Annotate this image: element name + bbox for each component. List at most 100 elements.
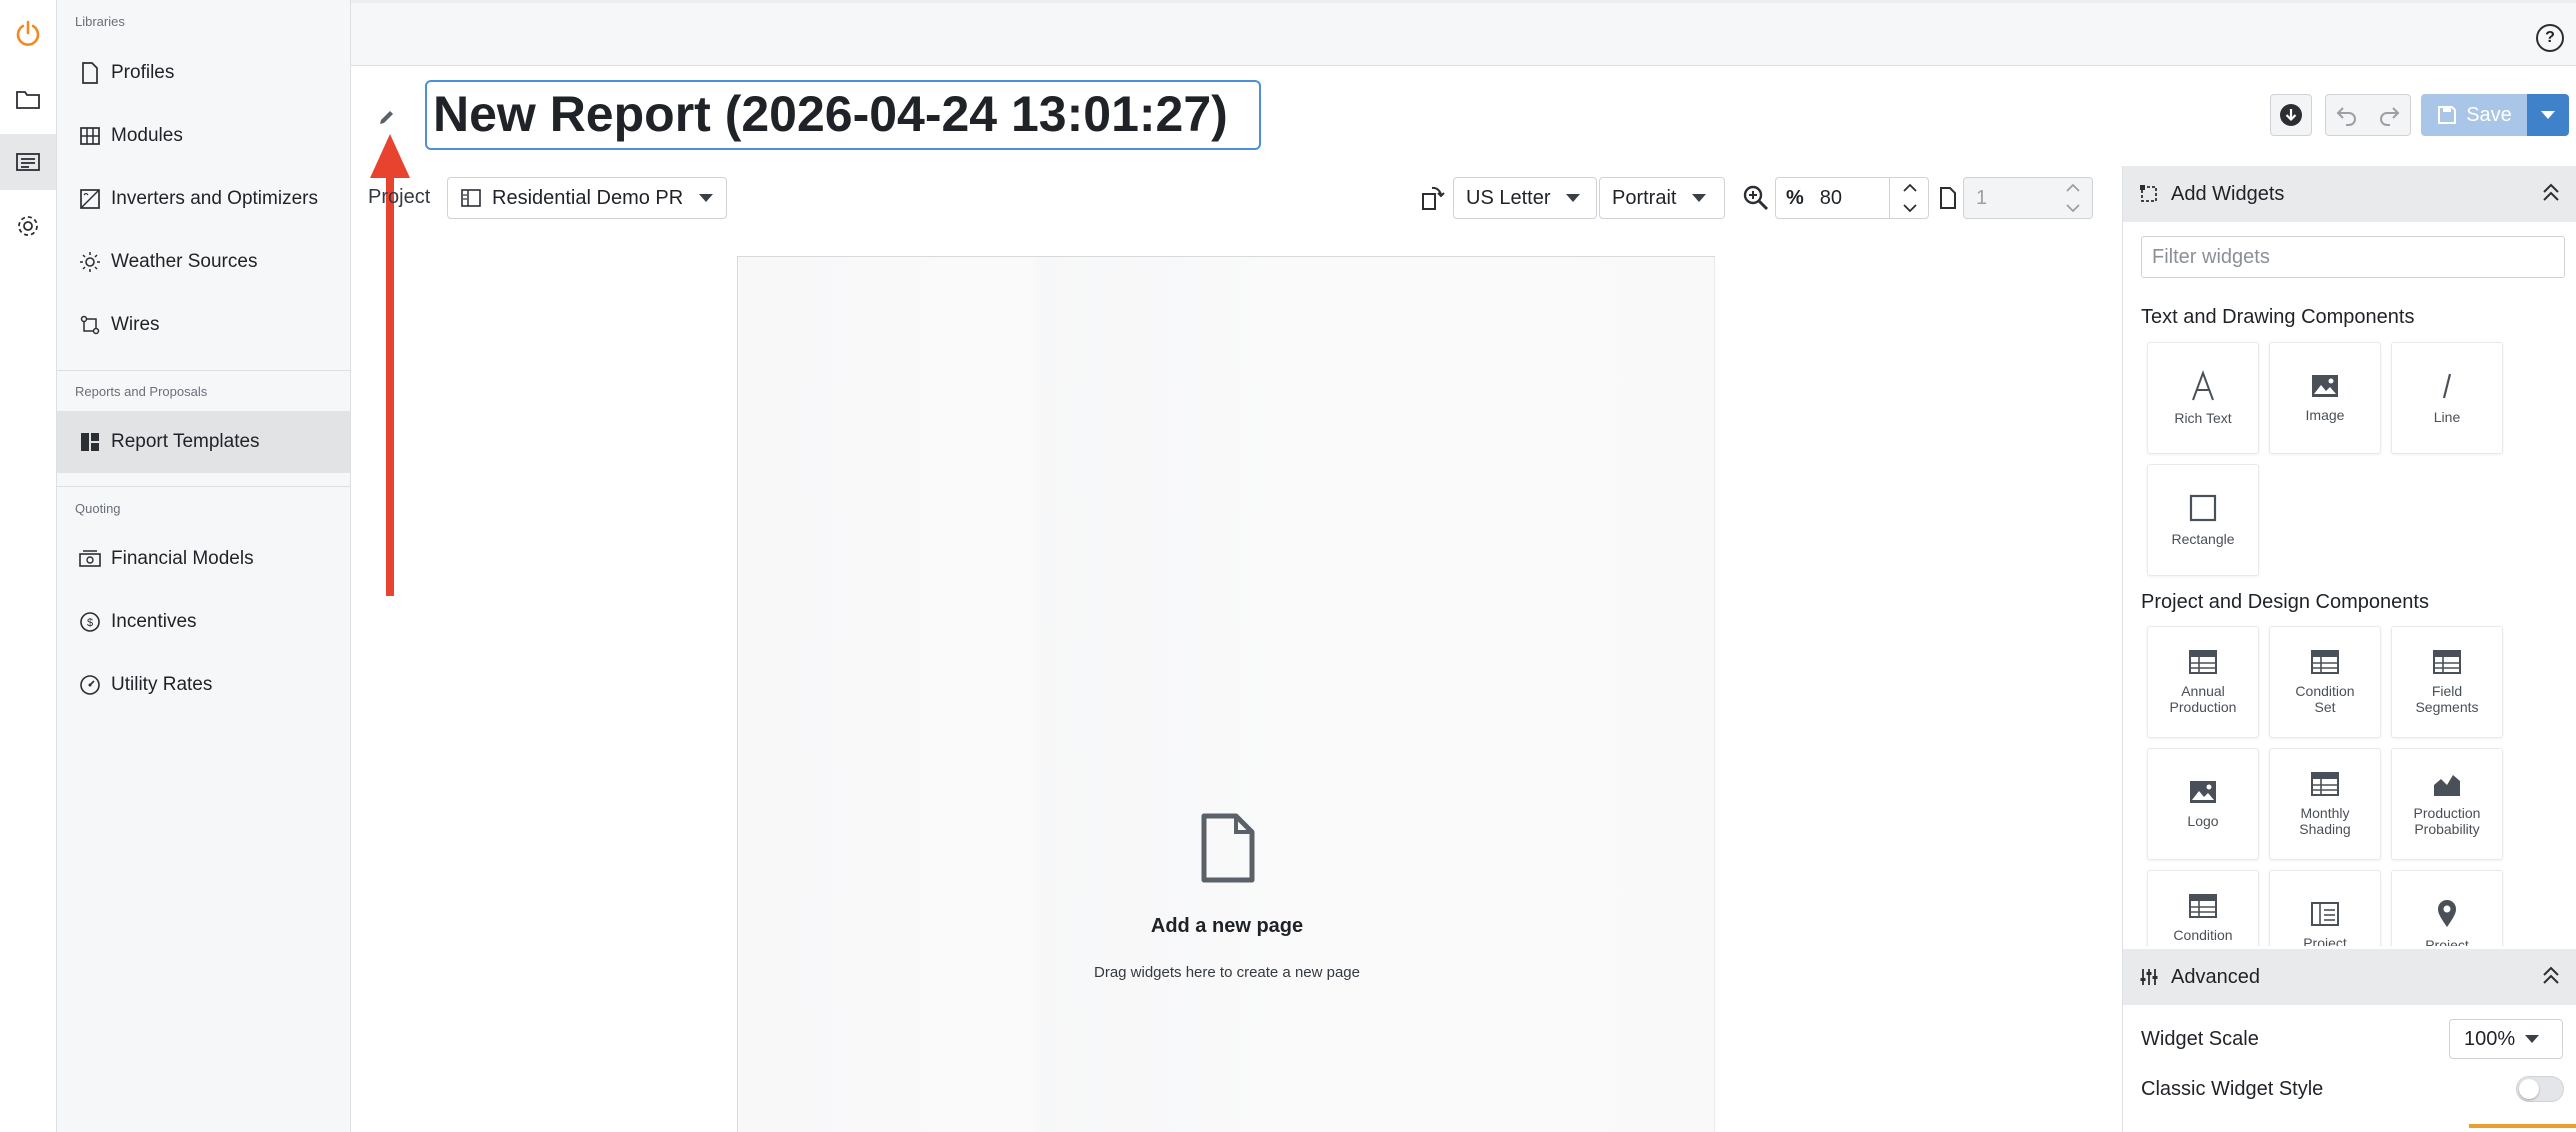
save-label: Save: [2466, 103, 2512, 126]
redo-icon[interactable]: [2376, 104, 2402, 126]
library-list-icon: [16, 153, 40, 171]
table-icon: [2189, 894, 2217, 918]
undo-icon[interactable]: [2334, 104, 2360, 126]
widget-tile-label: Condition Set: [2173, 927, 2233, 946]
chevron-up-icon[interactable]: [2065, 183, 2081, 193]
project-design-tiles: Annual Production Condition Set Field Se…: [2123, 616, 2576, 946]
chevron-down-icon[interactable]: [1902, 203, 1918, 213]
add-page-title: Add a new page: [1150, 915, 1304, 937]
widget-tile-rich-text[interactable]: Rich Text: [2147, 342, 2259, 454]
save-options-dropdown[interactable]: [2527, 94, 2569, 136]
help-icon: ?: [2545, 29, 2555, 46]
widget-tile-line[interactable]: Line: [2391, 342, 2503, 454]
widget-tile-label: Logo: [2187, 813, 2219, 829]
paper-size-select[interactable]: US Letter: [1453, 177, 1597, 219]
download-button[interactable]: [2270, 94, 2312, 136]
widget-tile-field-segments[interactable]: Field Segments: [2391, 626, 2503, 738]
wire-icon: [77, 312, 103, 338]
zoom-stepper[interactable]: [1889, 178, 1929, 218]
libraries-section-label: Libraries: [75, 14, 125, 29]
widget-tile-rectangle[interactable]: Rectangle: [2147, 464, 2259, 576]
widget-tile-production-probability[interactable]: Production Probability: [2391, 748, 2503, 860]
pencil-icon: [380, 111, 393, 124]
projects-nav-button[interactable]: [0, 72, 56, 128]
report-canvas-dropzone[interactable]: Add a new page Drag widgets here to crea…: [737, 256, 1716, 1132]
page-background: [738, 257, 1716, 1132]
image-icon: [2312, 375, 2338, 397]
sidebar-item-profiles[interactable]: Profiles: [57, 42, 350, 104]
sidebar-item-report-templates[interactable]: Report Templates: [57, 411, 350, 473]
sidebar-item-incentives[interactable]: $ Incentives: [57, 591, 350, 653]
power-logo-button[interactable]: [0, 6, 56, 62]
sidebar-item-label: Inverters and Optimizers: [111, 188, 318, 209]
advanced-header[interactable]: Advanced: [2123, 949, 2576, 1005]
widget-tile-label: Image: [2305, 407, 2345, 423]
sidebar-item-weather-sources[interactable]: Weather Sources: [57, 231, 350, 293]
help-button[interactable]: ?: [2536, 24, 2564, 52]
app-root: Libraries Profiles Modules Inverters and…: [0, 0, 2576, 1132]
classic-widget-style-toggle[interactable]: [2516, 1076, 2564, 1102]
add-widgets-header[interactable]: Add Widgets: [2123, 166, 2576, 222]
sidebar-item-financial-models[interactable]: Financial Models: [57, 528, 350, 590]
save-button[interactable]: Save: [2421, 94, 2527, 136]
document-icon: [77, 60, 103, 86]
report-title-input[interactable]: New Report (2026-04-24 13:01:27): [425, 80, 1261, 150]
sun-icon: [77, 249, 103, 275]
widget-scale-label: Widget Scale: [2141, 1028, 2259, 1050]
chevron-down-icon: [2541, 111, 2555, 119]
widgets-panel: Add Widgets Filter widgets Text and Draw…: [2122, 166, 2576, 1132]
widget-tile-project-card[interactable]: Project: [2269, 870, 2381, 946]
download-icon: [2280, 104, 2302, 126]
widget-tile-condition-set[interactable]: Condition Set: [2269, 626, 2381, 738]
widget-tile-annual-production[interactable]: Annual Production: [2147, 626, 2259, 738]
sidebar-item-modules[interactable]: Modules: [57, 105, 350, 167]
project-icon: [461, 189, 481, 207]
widget-tile-label: Rich Text: [2174, 410, 2232, 426]
rotate-page-icon[interactable]: [1420, 184, 1446, 217]
zoom-in-icon: [1742, 184, 1770, 217]
orientation-value: Portrait: [1612, 186, 1677, 209]
widget-tile-label: Project: [2425, 937, 2469, 946]
sidebar-item-label: Profiles: [111, 62, 175, 83]
settings-nav-button[interactable]: [0, 198, 56, 254]
chevron-down-icon: [699, 194, 714, 202]
page-stepper[interactable]: [2053, 178, 2093, 218]
widget-tile-label: Line: [2433, 409, 2461, 425]
add-widgets-title: Add Widgets: [2171, 182, 2285, 205]
widget-tile-monthly-shading[interactable]: Monthly Shading: [2269, 748, 2381, 860]
collapse-icon[interactable]: [2541, 182, 2561, 204]
table-icon: [2311, 650, 2339, 674]
edit-title-button[interactable]: [370, 100, 404, 134]
libraries-nav-button[interactable]: [0, 134, 56, 190]
rich-text-icon: [2192, 370, 2214, 401]
grid-icon: [77, 123, 103, 149]
map-pin-icon: [2438, 900, 2456, 927]
widget-scale-select[interactable]: 100%: [2449, 1019, 2563, 1059]
sidebar-item-wires[interactable]: Wires: [57, 294, 350, 356]
sidebar-item-label: Weather Sources: [111, 251, 258, 272]
chevron-up-icon[interactable]: [1902, 183, 1918, 193]
orientation-select[interactable]: Portrait: [1599, 177, 1725, 219]
rectangle-icon: [2189, 494, 2217, 522]
widget-tile-label: Annual Production: [2169, 683, 2237, 715]
widget-tile-label: Rectangle: [2171, 531, 2235, 547]
text-drawing-group-title: Text and Drawing Components: [2141, 306, 2415, 328]
chevron-down-icon: [2525, 1035, 2540, 1043]
percent-icon: %: [1786, 186, 1804, 209]
sidebar-item-label: Financial Models: [111, 548, 254, 569]
folder-icon: [16, 91, 40, 109]
widget-tile-condition-set-2[interactable]: Condition Set: [2147, 870, 2259, 946]
page-icon: [1938, 186, 1958, 215]
chevron-down-icon[interactable]: [2065, 203, 2081, 213]
sidebar-item-inverters[interactable]: Inverters and Optimizers: [57, 168, 350, 230]
library-sidebar: Libraries Profiles Modules Inverters and…: [57, 0, 351, 1132]
sliders-icon: [2140, 969, 2158, 985]
widget-tile-logo[interactable]: Logo: [2147, 748, 2259, 860]
project-select[interactable]: Residential Demo PR: [447, 177, 727, 219]
widget-tile-project-location[interactable]: Project: [2391, 870, 2503, 946]
collapse-icon[interactable]: [2541, 965, 2561, 987]
sidebar-item-utility-rates[interactable]: Utility Rates: [57, 654, 350, 716]
reports-section-label: Reports and Proposals: [75, 384, 208, 399]
widget-tile-image[interactable]: Image: [2269, 342, 2381, 454]
filter-widgets-input[interactable]: Filter widgets: [2141, 236, 2565, 278]
